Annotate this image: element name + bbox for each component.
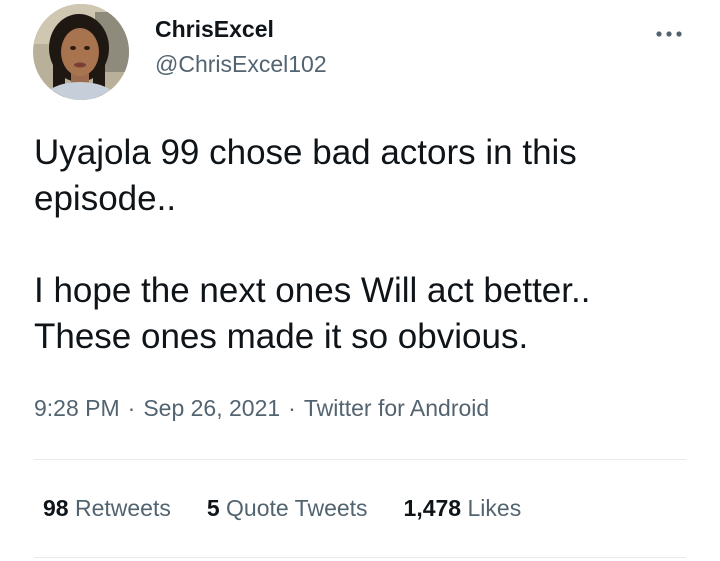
avatar[interactable] [33, 4, 129, 100]
tweet: ChrisExcel @ChrisExcel102 Uyajola 99 cho… [0, 0, 720, 561]
quote-tweets-count: 5 [206, 495, 220, 521]
tweet-meta: 9:28 PM · Sep 26, 2021 · Twitter for Android [34, 394, 489, 422]
likes-count: 1,478 [403, 495, 462, 521]
retweets-stat[interactable]: 98 Retweets [43, 494, 171, 522]
divider [34, 557, 686, 558]
tweet-text-line: episode.. [34, 179, 177, 218]
quote-tweets-stat[interactable]: 5 Quote Tweets [207, 494, 368, 522]
tweet-text-line: These ones made it so obvious. [34, 317, 529, 356]
likes-label: Likes [467, 495, 522, 521]
retweets-count: 98 [43, 495, 69, 521]
display-name[interactable]: ChrisExcel [155, 15, 274, 43]
meta-separator: · [288, 395, 296, 421]
avatar-image [33, 4, 129, 100]
more-horizontal-icon[interactable] [652, 24, 686, 44]
tweet-source[interactable]: Twitter for Android [304, 395, 489, 421]
tweet-text-line: Uyajola 99 chose bad actors in this [34, 133, 577, 172]
tweet-text: Uyajola 99 chose bad actors in this epis… [34, 130, 694, 360]
meta-separator: · [127, 395, 136, 421]
quote-tweets-label: Quote Tweets [226, 495, 368, 521]
engagement-stats: 98 Retweets 5 Quote Tweets 1,478 Likes [43, 494, 521, 522]
user-handle[interactable]: @ChrisExcel102 [155, 50, 327, 78]
tweet-text-line: I hope the next ones Will act better.. [34, 271, 591, 310]
divider [34, 459, 686, 460]
tweet-time[interactable]: 9:28 PM [34, 395, 120, 421]
tweet-date[interactable]: Sep 26, 2021 [143, 395, 280, 421]
retweets-label: Retweets [74, 495, 171, 521]
likes-stat[interactable]: 1,478 Likes [404, 494, 522, 522]
